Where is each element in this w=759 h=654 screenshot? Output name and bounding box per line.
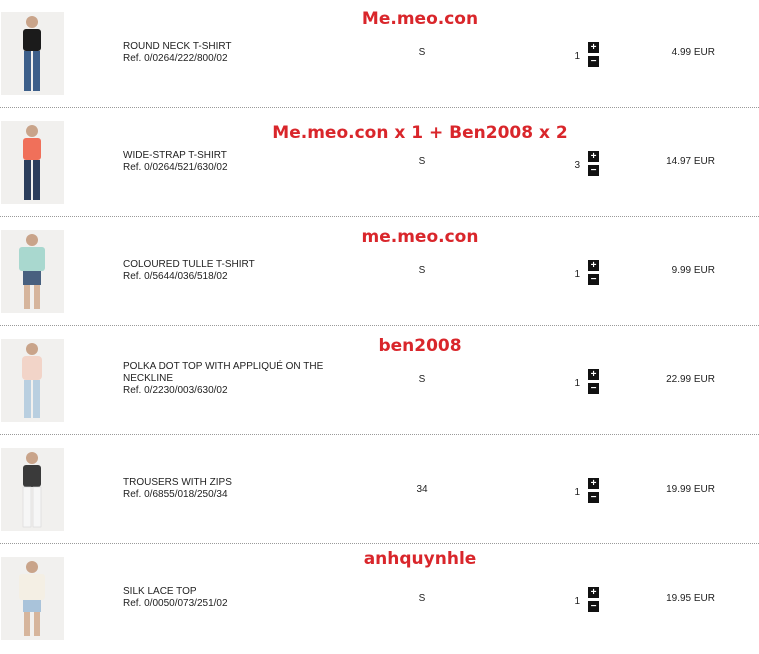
product-price: 19.99 EUR [666,484,715,495]
cart-item: me.meo.con COLOURED TULLE T-SHIRT Ref. 0… [0,218,759,327]
product-price: 14.97 EUR [666,156,715,167]
product-size: S [418,593,426,604]
plus-icon[interactable]: + [588,369,599,380]
product-description: ROUND NECK T-SHIRT Ref. 0/0264/222/800/0… [123,41,343,65]
minus-icon[interactable]: − [588,383,599,394]
row-divider [0,216,759,217]
plus-icon[interactable]: + [588,478,599,489]
buyer-annotation: Me.meo.con x 1 + Ben2008 x 2 [272,123,568,143]
product-image[interactable] [1,339,64,422]
quantity-stepper: + − [588,478,600,506]
plus-icon[interactable]: + [588,42,599,53]
product-price: 4.99 EUR [671,47,715,58]
quantity-stepper: + − [588,260,600,288]
row-divider [0,107,759,108]
quantity-stepper: + − [588,587,600,615]
cart-item: TROUSERS WITH ZIPS Ref. 0/6855/018/250/3… [0,436,759,545]
product-ref: Ref. 0/0264/222/800/02 [123,53,228,64]
quantity-stepper: + − [588,369,600,397]
product-quantity: 1 [574,487,580,498]
product-quantity: 1 [574,269,580,280]
quantity-stepper: + − [588,151,600,179]
product-name[interactable]: COLOURED TULLE T-SHIRT [123,259,343,271]
buyer-annotation: anhquynhle [363,549,477,569]
model-figure [22,452,42,528]
model-figure [22,343,42,418]
plus-icon[interactable]: + [588,587,599,598]
product-ref: Ref. 0/0050/073/251/02 [123,598,228,609]
product-name[interactable]: TROUSERS WITH ZIPS [123,477,343,489]
cart-item: ben2008 POLKA DOT TOP WITH APPLIQUÉ ON T… [0,327,759,436]
buyer-annotation: me.meo.con [361,227,479,247]
product-price: 9.99 EUR [671,265,715,276]
product-image[interactable] [1,12,64,95]
product-image[interactable] [1,557,64,640]
model-figure [19,561,45,636]
plus-icon[interactable]: + [588,260,599,271]
product-ref: Ref. 0/0264/521/630/02 [123,162,228,173]
product-size: S [418,47,426,58]
product-name[interactable]: WIDE-STRAP T-SHIRT [123,150,343,162]
buyer-annotation: ben2008 [378,336,462,356]
model-figure [23,16,41,91]
cart-item: anhquynhle SILK LACE TOP Ref. 0/0050/073… [0,545,759,654]
product-description: TROUSERS WITH ZIPS Ref. 0/6855/018/250/3… [123,477,343,501]
row-divider [0,434,759,435]
product-size: S [418,265,426,276]
cart-item: Me.meo.con x 1 + Ben2008 x 2 WIDE-STRAP … [0,109,759,218]
product-ref: Ref. 0/2230/003/630/02 [123,385,228,396]
product-quantity: 1 [574,596,580,607]
product-image[interactable] [1,448,64,531]
product-size: S [418,156,426,167]
product-price: 22.99 EUR [666,374,715,385]
quantity-stepper: + − [588,42,600,70]
row-divider [0,325,759,326]
product-description: COLOURED TULLE T-SHIRT Ref. 0/5644/036/5… [123,259,343,283]
product-price: 19.95 EUR [666,593,715,604]
product-description: SILK LACE TOP Ref. 0/0050/073/251/02 [123,586,343,610]
product-name[interactable]: POLKA DOT TOP WITH APPLIQUÉ ON THE NECKL… [123,361,343,385]
product-description: POLKA DOT TOP WITH APPLIQUÉ ON THE NECKL… [123,361,343,397]
minus-icon[interactable]: − [588,601,599,612]
product-name[interactable]: ROUND NECK T-SHIRT [123,41,343,53]
product-size: 34 [416,484,428,495]
product-size: S [418,374,426,385]
product-description: WIDE-STRAP T-SHIRT Ref. 0/0264/521/630/0… [123,150,343,174]
buyer-annotation: Me.meo.con [361,9,479,29]
minus-icon[interactable]: − [588,492,599,503]
minus-icon[interactable]: − [588,165,599,176]
product-quantity: 1 [574,51,580,62]
model-figure [19,234,45,309]
row-divider [0,543,759,544]
product-ref: Ref. 0/5644/036/518/02 [123,271,228,282]
plus-icon[interactable]: + [588,151,599,162]
product-quantity: 3 [574,160,580,171]
cart-item: Me.meo.con ROUND NECK T-SHIRT Ref. 0/026… [0,0,759,109]
minus-icon[interactable]: − [588,274,599,285]
product-name[interactable]: SILK LACE TOP [123,586,343,598]
cart-list: Me.meo.con ROUND NECK T-SHIRT Ref. 0/026… [0,0,759,652]
product-image[interactable] [1,230,64,313]
product-ref: Ref. 0/6855/018/250/34 [123,489,228,500]
product-quantity: 1 [574,378,580,389]
model-figure [23,125,41,200]
product-image[interactable] [1,121,64,204]
minus-icon[interactable]: − [588,56,599,67]
